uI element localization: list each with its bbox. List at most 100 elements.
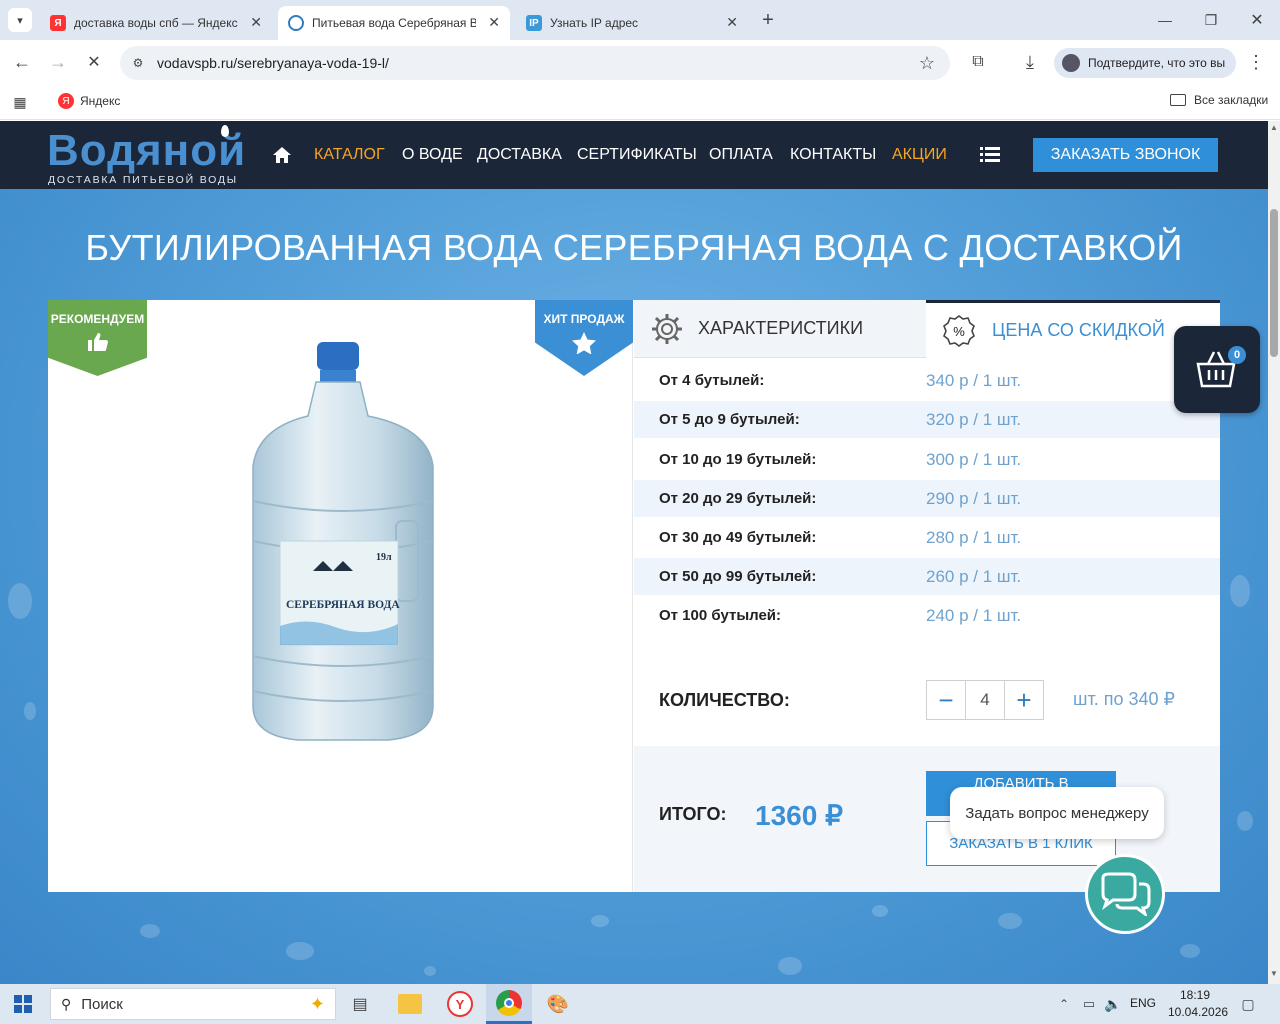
taskbar-search[interactable]: ⚲ Поиск ✦: [50, 988, 336, 1020]
percent-badge-icon: %: [943, 314, 975, 347]
tab-title: доставка воды спб — Яндекс: [74, 16, 238, 30]
quantity-input[interactable]: 4: [965, 680, 1005, 720]
nav-certificates[interactable]: СЕРТИФИКАТЫ: [577, 146, 697, 164]
task-view-icon[interactable]: ▤: [348, 992, 372, 1016]
quantity-section: КОЛИЧЕСТВО: − 4 + шт. по 340 ₽: [634, 660, 1220, 746]
table-row: От 100 бутылей: 240 р / 1 шт.: [634, 597, 1220, 634]
windows-start-icon[interactable]: [14, 995, 32, 1013]
clock-date[interactable]: 10.04.2026: [1168, 1005, 1228, 1019]
bestseller-badge: ХИТ ПРОДАЖ: [535, 300, 633, 376]
avatar: [1062, 54, 1080, 72]
total-label: ИТОГО:: [659, 804, 727, 824]
recommended-badge: РЕКОМЕНДУЕМ: [48, 300, 147, 376]
address-bar[interactable]: ⚙ vodavspb.ru/serebryanaya-voda-19-l/ ☆: [120, 46, 950, 80]
chat-tooltip[interactable]: Задать вопрос менеджеру: [950, 787, 1164, 839]
menu-kebab-icon[interactable]: ⋮: [1244, 50, 1268, 74]
tab-characteristics[interactable]: ХАРАКТЕРИСТИКИ: [634, 300, 926, 358]
logo-text: Водяной: [47, 126, 247, 175]
price-tier-value: 240 р / 1 шт.: [926, 605, 1022, 625]
stop-loading-icon[interactable]: ✕: [82, 50, 106, 74]
back-icon[interactable]: ←: [10, 50, 34, 74]
table-row: От 10 до 19 бутылей: 300 р / 1 шт.: [634, 441, 1220, 478]
water-bottle-image: 19л СЕРЕБРЯНАЯ ВОДА: [252, 342, 434, 741]
nav-catalog[interactable]: КАТАЛОГ: [314, 146, 385, 164]
thumbs-up-icon: [87, 333, 108, 351]
decrease-quantity-button[interactable]: −: [926, 680, 966, 720]
bottle-volume-label: 19л: [376, 552, 392, 563]
site-logo[interactable]: Водяной ДОСТАВКА ПИТЬЕВОЙ ВОДЫ: [47, 125, 245, 186]
forward-icon[interactable]: →: [46, 50, 70, 74]
site-info-icon[interactable]: ⚙: [128, 53, 148, 73]
scroll-up-arrow-icon[interactable]: ▲: [1270, 123, 1278, 132]
quantity-label: КОЛИЧЕСТВО:: [659, 690, 790, 710]
table-row: От 50 до 99 бутылей: 260 р / 1 шт.: [634, 558, 1220, 595]
tab-label: ЦЕНА СО СКИДКОЙ: [992, 320, 1165, 340]
price-tier-label: От 5 до 9 бутылей:: [659, 411, 800, 428]
chat-button[interactable]: [1085, 854, 1165, 934]
apps-grid-icon[interactable]: ▦: [10, 92, 30, 112]
chat-tooltip-text: Задать вопрос менеджеру: [965, 804, 1149, 822]
chrome-taskbar-icon[interactable]: [486, 984, 532, 1024]
tab-title: Узнать IP адрес: [550, 16, 639, 30]
price-tier-label: От 20 до 29 бутылей:: [659, 490, 817, 507]
nav-contacts[interactable]: КОНТАКТЫ: [790, 146, 876, 164]
price-tier-value: 290 р / 1 шт.: [926, 488, 1022, 508]
notifications-icon[interactable]: ▢: [1238, 994, 1258, 1014]
network-icon[interactable]: ▭: [1080, 994, 1098, 1014]
page-scrollbar[interactable]: ▲ ▼: [1268, 121, 1280, 984]
restore-icon[interactable]: ❐: [1196, 8, 1226, 32]
tab-title: Питьевая вода Серебряная Во: [312, 16, 476, 30]
yandex-browser-icon[interactable]: Y: [447, 991, 473, 1017]
tab-search-button[interactable]: ▾: [8, 8, 32, 32]
page-title: БУТИЛИРОВАННАЯ ВОДА СЕРЕБРЯНАЯ ВОДА С ДО…: [85, 227, 1183, 268]
gear-icon: [652, 313, 682, 344]
bottle-brand-label: СЕРЕБРЯНАЯ ВОДА: [286, 599, 400, 611]
nav-promotions[interactable]: АКЦИИ: [892, 146, 947, 164]
yandex-icon: Я: [58, 93, 74, 109]
order-call-button[interactable]: ЗАКАЗАТЬ ЗВОНОК: [1033, 138, 1218, 172]
paint-icon[interactable]: 🎨: [545, 992, 571, 1016]
profile-button[interactable]: Подтвердите, что это вы: [1054, 48, 1236, 78]
nav-delivery[interactable]: ДОСТАВКА: [477, 146, 562, 164]
new-tab-icon[interactable]: +: [756, 8, 780, 32]
bookmark-yandex[interactable]: Я Яндекс: [58, 93, 120, 109]
close-icon[interactable]: ✕: [488, 14, 500, 31]
badge-label: ХИТ ПРОДАЖ: [543, 312, 625, 326]
table-row: От 20 до 29 бутылей: 290 р / 1 шт.: [634, 480, 1220, 517]
language-indicator[interactable]: ENG: [1130, 996, 1156, 1010]
bookmark-star-icon[interactable]: ☆: [916, 52, 938, 74]
all-bookmarks[interactable]: Все закладки: [1170, 93, 1268, 107]
tab-product[interactable]: Питьевая вода Серебряная Во ✕: [278, 6, 510, 40]
hamburger-menu-icon[interactable]: [980, 147, 1000, 163]
nav-about-water[interactable]: О ВОДЕ: [402, 146, 463, 164]
tab-label: ХАРАКТЕРИСТИКИ: [698, 318, 864, 338]
scroll-thumb[interactable]: [1270, 209, 1278, 357]
bookmark-label: Все закладки: [1194, 93, 1269, 107]
tray-chevron-icon[interactable]: ⌃: [1056, 994, 1072, 1014]
clock-time[interactable]: 18:19: [1180, 988, 1210, 1002]
window-close-icon[interactable]: ✕: [1242, 8, 1272, 32]
close-icon[interactable]: ✕: [726, 14, 738, 31]
tab-yandex[interactable]: Я доставка воды спб — Яндекс ✕: [40, 6, 272, 40]
web-page: Водяной ДОСТАВКА ПИТЬЕВОЙ ВОДЫ КАТАЛОГ О…: [0, 121, 1268, 984]
tab-ip[interactable]: IP Узнать IP адрес ✕: [516, 6, 748, 40]
total-value: 1360 ₽: [755, 800, 843, 831]
price-tier-label: От 30 до 49 бутылей:: [659, 529, 817, 546]
volume-icon[interactable]: 🔈: [1104, 994, 1122, 1014]
extensions-icon[interactable]: ⧉: [966, 50, 990, 74]
close-icon[interactable]: ✕: [250, 14, 262, 31]
download-icon[interactable]: ⤓: [1018, 50, 1042, 74]
price-tier-label: От 100 бутылей:: [659, 607, 782, 624]
minimize-icon[interactable]: —: [1150, 8, 1180, 32]
star-icon: [572, 332, 596, 355]
file-explorer-icon[interactable]: [398, 994, 422, 1014]
increase-quantity-button[interactable]: +: [1004, 680, 1044, 720]
cart-widget[interactable]: 0: [1174, 326, 1260, 413]
home-icon[interactable]: [270, 143, 294, 167]
site-favicon-icon: [288, 15, 304, 31]
taskbar: ⚲ Поиск ✦ ▤ Y 🎨 ⌃ ▭ 🔈 ENG 18:19 10.04.20…: [0, 984, 1280, 1024]
scroll-down-arrow-icon[interactable]: ▼: [1270, 969, 1278, 978]
logo-subtitle: ДОСТАВКА ПИТЬЕВОЙ ВОДЫ: [48, 174, 238, 186]
price-tier-value: 280 р / 1 шт.: [926, 527, 1022, 547]
nav-payment[interactable]: ОПЛАТА: [709, 146, 773, 164]
